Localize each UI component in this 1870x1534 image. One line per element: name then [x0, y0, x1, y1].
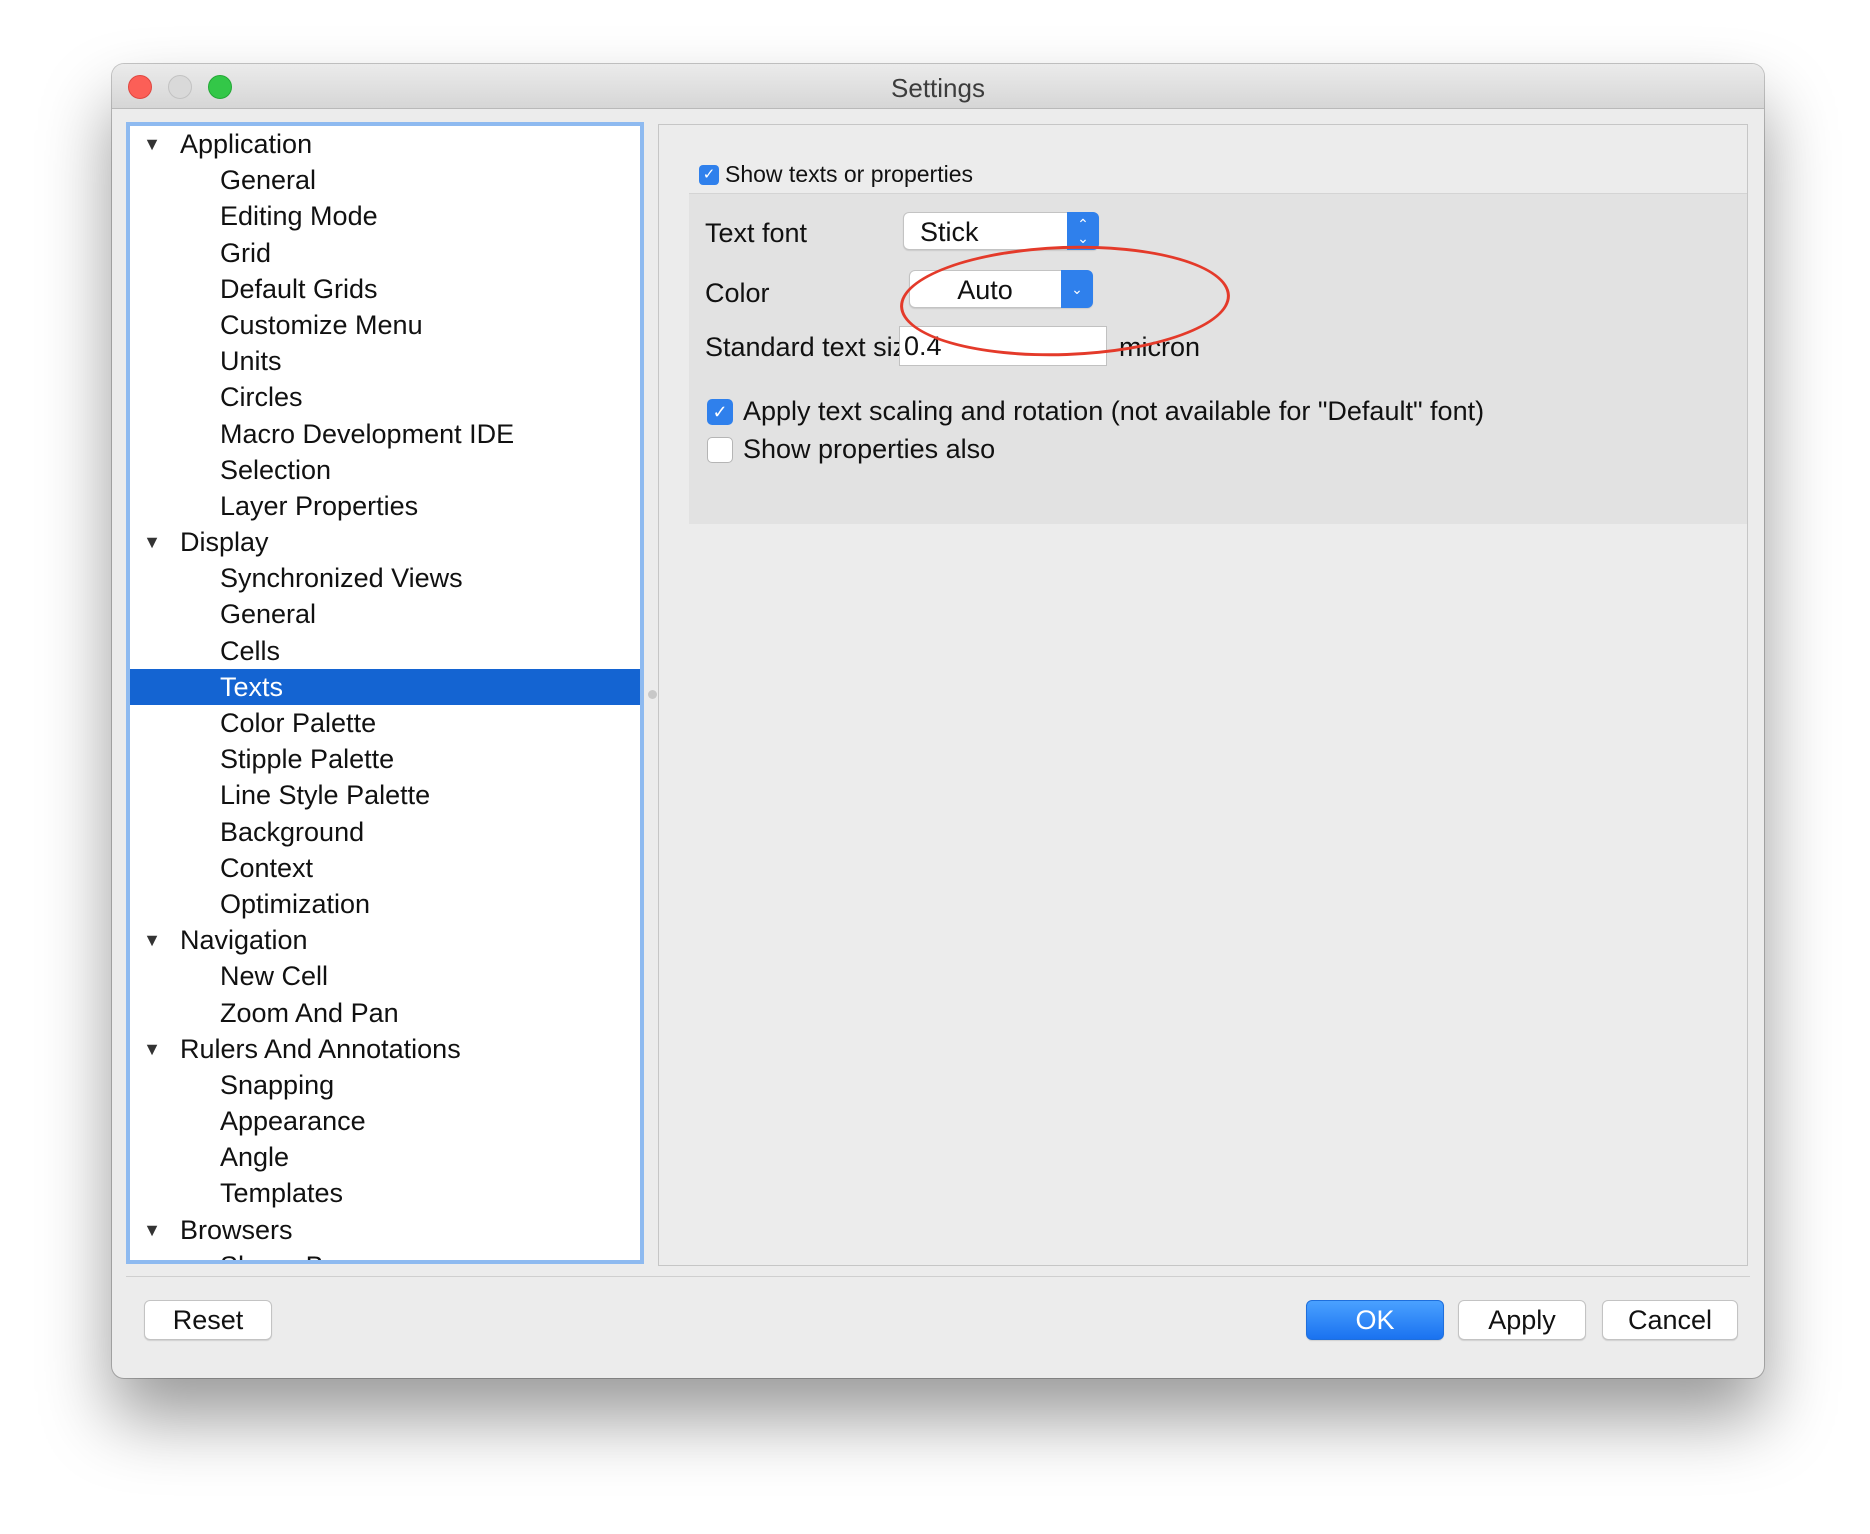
tree-item[interactable]: New Cell [130, 958, 640, 994]
tree-item-label: Layer Properties [220, 490, 419, 521]
text-options-group: Text font Stick ⌃ ⌄ Color Auto ⌄ Standard… [689, 193, 1747, 524]
tree-item-label: Color Palette [220, 708, 377, 738]
text-size-label: Standard text size [705, 332, 922, 362]
text-font-label: Text font [705, 218, 808, 248]
text-font-select[interactable]: Stick ⌃ ⌄ [903, 212, 1099, 250]
tree-item[interactable]: General [130, 596, 640, 632]
disclosure-triangle-icon[interactable]: ▼ [142, 922, 162, 958]
updown-chevron-icon: ⌃ ⌄ [1067, 212, 1099, 250]
tree-item[interactable]: Texts [130, 668, 640, 705]
tree-item-label: Context [220, 852, 314, 883]
tree-item-label: Customize Menu [220, 309, 423, 340]
tree-item[interactable]: Context [130, 850, 640, 886]
tree-item-label: Optimization [220, 888, 371, 919]
show-texts-checkbox[interactable]: ✓ [699, 164, 719, 185]
footer-divider [126, 1276, 1750, 1277]
settings-tree[interactable]: ▼ Application General Editing Mode Grid Defau… [126, 122, 644, 1264]
tree-item-label: Line Style Palette [220, 780, 431, 811]
tree-item-label: Shape Browser [220, 1251, 405, 1260]
tree-item[interactable]: Color Palette [130, 705, 640, 741]
apply-button[interactable]: Apply [1458, 1300, 1586, 1340]
tree-item[interactable]: Default Grids [130, 271, 640, 307]
tree-item[interactable]: Optimization [130, 886, 640, 922]
tree-item-label: Display [180, 527, 269, 558]
tree-item-label: Synchronized Views [220, 563, 463, 594]
tree-item-label: New Cell [220, 961, 329, 992]
tree-item[interactable]: Background [130, 814, 640, 850]
tree-item[interactable]: Zoom And Pan [130, 995, 640, 1031]
apply-scaling-checkbox[interactable]: ✓ [707, 398, 733, 425]
titlebar: Settings [112, 64, 1764, 109]
color-label: Color [705, 278, 770, 308]
window-title: Settings [891, 73, 985, 103]
tree-item-label: Snapping [220, 1069, 335, 1100]
tree-item-label: Rulers And Annotations [180, 1033, 461, 1064]
show-properties-row[interactable]: Show properties also [707, 434, 995, 465]
tree-item-label: Appearance [220, 1106, 366, 1137]
tree-item-label: Navigation [180, 925, 308, 956]
tree-item[interactable]: Cells [130, 633, 640, 669]
tree-item[interactable]: Circles [130, 379, 640, 415]
tree-item-label: Grid [220, 237, 272, 268]
tree-item-label: Units [220, 346, 282, 377]
tree-category[interactable]: ▼ Navigation [130, 922, 640, 958]
tree-item-label: Background [220, 816, 365, 847]
tree-item[interactable]: Layer Properties [130, 488, 640, 524]
tree-category[interactable]: ▼ Browsers [130, 1212, 640, 1248]
tree-item-label: General [220, 165, 317, 196]
reset-button[interactable]: Reset [144, 1300, 272, 1340]
tree-item-label: Texts [220, 671, 284, 702]
tree-item-label: General [220, 599, 317, 630]
tree-item-label: Cells [220, 635, 281, 666]
tree-item-label: Default Grids [220, 273, 378, 304]
tree-item-label: Zoom And Pan [220, 997, 399, 1028]
tree-item-label: Editing Mode [220, 201, 378, 232]
apply-scaling-row[interactable]: ✓ Apply text scaling and rotation (not a… [707, 396, 1484, 427]
tree-category[interactable]: ▼ Rulers And Annotations [130, 1031, 640, 1067]
show-properties-checkbox[interactable] [707, 436, 733, 463]
tree-item[interactable]: General [130, 162, 640, 198]
tree-item[interactable]: Stipple Palette [130, 741, 640, 777]
tree-category[interactable]: ▼ Display [130, 524, 640, 560]
tree-item[interactable]: Macro Development IDE [130, 416, 640, 452]
tree-item[interactable]: Line Style Palette [130, 777, 640, 813]
tree-item[interactable]: Snapping [130, 1067, 640, 1103]
tree-item-label: Templates [220, 1178, 344, 1209]
tree-item[interactable]: Selection [130, 452, 640, 488]
tree-item[interactable]: Shape Browser [130, 1248, 640, 1260]
disclosure-triangle-icon[interactable]: ▼ [142, 524, 162, 560]
show-texts-checkbox-row[interactable]: ✓ Show texts or properties [699, 161, 973, 188]
disclosure-triangle-icon[interactable]: ▼ [142, 1212, 162, 1248]
tree-item[interactable]: Grid [130, 235, 640, 271]
tree-item-label: Macro Development IDE [220, 418, 515, 449]
tree-item[interactable]: Templates [130, 1175, 640, 1211]
tree-item-label: Browsers [180, 1214, 293, 1245]
show-properties-label: Show properties also [743, 434, 996, 464]
cancel-button[interactable]: Cancel [1602, 1300, 1738, 1340]
tree-item-label: Application [180, 129, 313, 159]
tree-item[interactable]: Appearance [130, 1103, 640, 1139]
tree-item[interactable]: Synchronized Views [130, 560, 640, 596]
tree-item-label: Stipple Palette [220, 744, 395, 775]
show-texts-label: Show texts or properties [725, 161, 974, 187]
disclosure-triangle-icon[interactable]: ▼ [142, 1031, 162, 1067]
ok-button[interactable]: OK [1306, 1300, 1444, 1340]
splitter-handle[interactable] [648, 690, 657, 699]
disclosure-triangle-icon[interactable]: ▼ [142, 126, 162, 162]
tree-category[interactable]: ▼ Application [130, 126, 640, 162]
tree-item-label: Circles [220, 382, 303, 413]
settings-window: Settings ▼ Application General Editing Mode… [112, 64, 1764, 1378]
tree-item[interactable]: Editing Mode [130, 198, 640, 234]
text-font-value: Stick [920, 217, 979, 247]
tree-item[interactable]: Units [130, 343, 640, 379]
tree-item-label: Selection [220, 454, 332, 485]
tree-item[interactable]: Angle [130, 1139, 640, 1175]
tree-item[interactable]: Customize Menu [130, 307, 640, 343]
tree-item-label: Angle [220, 1142, 290, 1173]
apply-scaling-label: Apply text scaling and rotation (not ava… [743, 396, 1485, 426]
